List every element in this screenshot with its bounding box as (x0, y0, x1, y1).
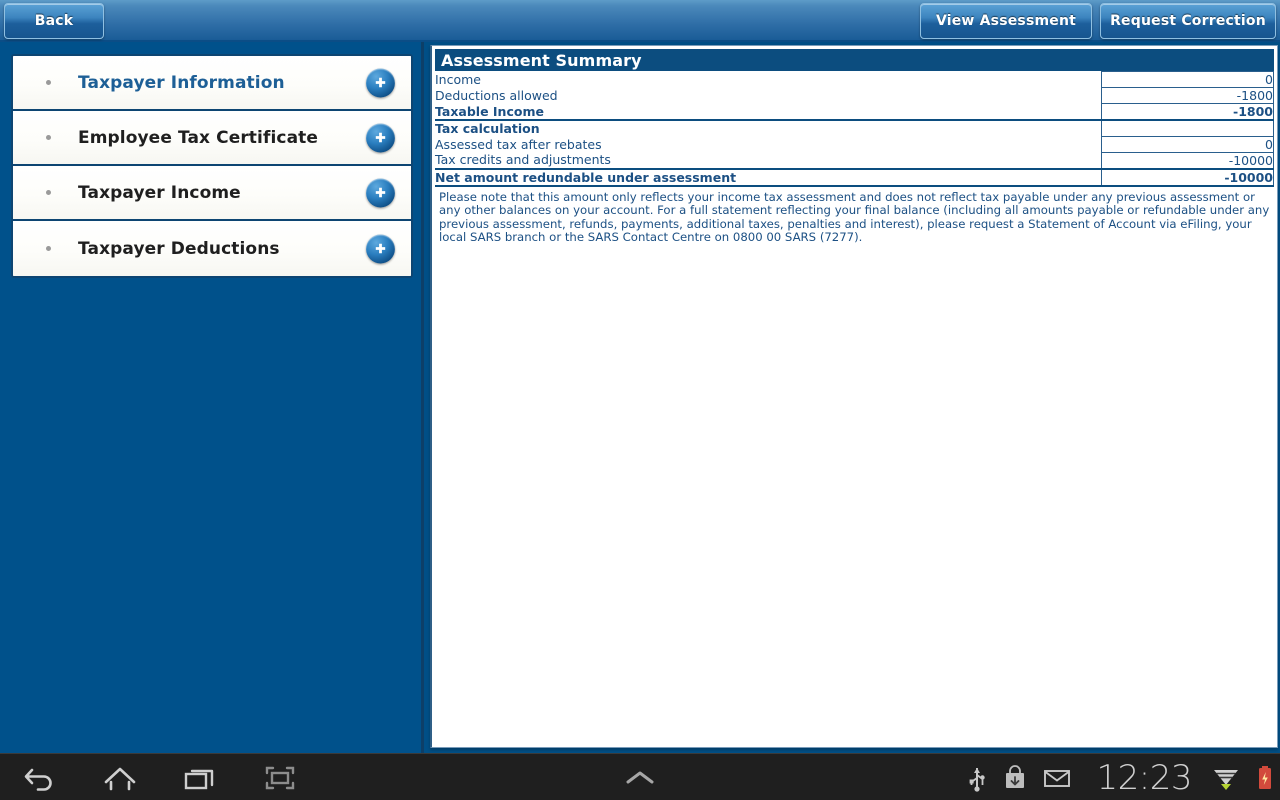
bullet-icon (46, 246, 51, 251)
home-icon[interactable] (80, 754, 160, 800)
bullet-icon (46, 190, 51, 195)
sidebar-menu-card: Taxpayer Information Employee Tax Certif… (11, 54, 413, 278)
top-toolbar: Back View Assessment Request Correction (0, 0, 1280, 42)
view-assessment-button[interactable]: View Assessment (920, 3, 1092, 39)
table-row-total: Net amount redundable under assessment -… (435, 167, 1274, 187)
row-value (1101, 119, 1274, 137)
screenshot-icon[interactable] (240, 754, 320, 800)
system-status-group: 12:23 (967, 754, 1274, 800)
back-arrow-icon[interactable] (0, 754, 80, 800)
download-icon[interactable] (1003, 764, 1027, 791)
sidebar: Taxpayer Information Employee Tax Certif… (0, 42, 424, 753)
plus-circle-icon[interactable] (366, 178, 395, 207)
wifi-icon[interactable] (1212, 765, 1240, 791)
table-row: Taxable Income -1800 (435, 103, 1274, 121)
sidebar-item-label: Taxpayer Income (78, 182, 241, 203)
system-nav-left-group (0, 754, 320, 800)
sidebar-item-label: Employee Tax Certificate (78, 127, 318, 148)
recent-apps-icon[interactable] (160, 754, 240, 800)
back-button[interactable]: Back (4, 3, 104, 39)
sidebar-item-label: Taxpayer Deductions (78, 238, 280, 259)
battery-icon[interactable] (1256, 764, 1274, 792)
assessment-summary-table: Income 0 Deductions allowed -1800 Taxabl… (435, 71, 1274, 187)
table-row: Income 0 (435, 71, 1274, 88)
chevron-up-icon[interactable] (620, 766, 660, 790)
table-row: Assessed tax after rebates 0 (435, 135, 1274, 153)
row-value: 0 (1101, 135, 1274, 153)
system-navigation-bar: 12:23 (0, 753, 1280, 800)
row-label: Assessed tax after rebates (435, 136, 602, 152)
assessment-panel: Assessment Summary Income 0 Deductions a… (430, 45, 1278, 748)
assessment-document: Assessment Summary Income 0 Deductions a… (432, 49, 1277, 247)
table-row: Tax calculation (435, 119, 1274, 137)
sidebar-item-taxpayer-information[interactable]: Taxpayer Information (13, 56, 411, 111)
row-label: Income (435, 72, 481, 87)
usb-icon[interactable] (967, 764, 987, 792)
table-row: Tax credits and adjustments -10000 (435, 151, 1274, 169)
plus-circle-icon[interactable] (366, 68, 395, 97)
sidebar-item-taxpayer-deductions[interactable]: Taxpayer Deductions (13, 221, 411, 276)
row-value: -1800 (1101, 103, 1274, 121)
status-clock[interactable]: 12:23 (1097, 758, 1193, 798)
row-label: Tax calculation (435, 119, 1102, 136)
row-value: -10000 (1101, 151, 1274, 169)
system-nav-center-group (620, 754, 660, 800)
request-correction-button[interactable]: Request Correction (1100, 3, 1276, 39)
row-label: Taxable Income (435, 103, 544, 119)
mail-icon[interactable] (1043, 767, 1071, 789)
row-label: Deductions allowed (435, 88, 558, 103)
plus-circle-icon[interactable] (366, 234, 395, 263)
bullet-icon (46, 135, 51, 140)
row-value: -1800 (1101, 87, 1274, 104)
assessment-note: Please note that this amount only reflec… (439, 189, 1270, 245)
sidebar-item-employee-tax-certificate[interactable]: Employee Tax Certificate (13, 111, 411, 166)
sidebar-item-taxpayer-income[interactable]: Taxpayer Income (13, 166, 411, 221)
app-root: Back View Assessment Request Correction … (0, 0, 1280, 800)
table-row: Deductions allowed -1800 (435, 87, 1274, 104)
bullet-icon (46, 80, 51, 85)
row-value: -10000 (1101, 167, 1274, 187)
page-title: Assessment Summary (435, 49, 1274, 71)
row-label: Tax credits and adjustments (435, 152, 611, 168)
sidebar-item-label: Taxpayer Information (78, 72, 285, 93)
row-label: Net amount redundable under assessment (435, 167, 1102, 187)
row-value: 0 (1101, 71, 1274, 88)
plus-circle-icon[interactable] (366, 123, 395, 152)
